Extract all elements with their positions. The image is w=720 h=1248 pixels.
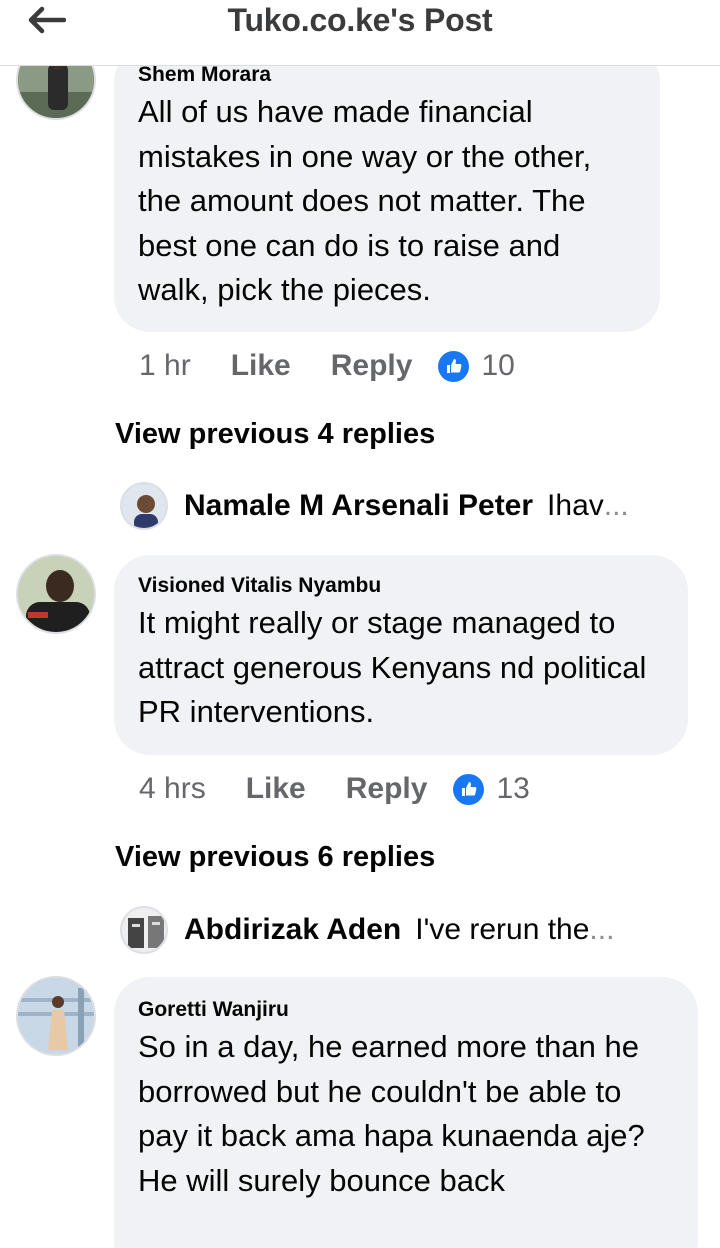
comment-actions: 4 hrs Like Reply 13 bbox=[139, 772, 530, 806]
reply-button[interactable]: Reply bbox=[346, 772, 428, 806]
profile-photo-icon bbox=[122, 484, 166, 528]
thumbs-up-icon[interactable] bbox=[453, 773, 485, 805]
profile-photo-icon bbox=[122, 908, 166, 952]
avatar[interactable] bbox=[120, 906, 168, 954]
view-previous-replies-link[interactable]: View previous 6 replies bbox=[115, 841, 435, 874]
reply-snippet: Ihav bbox=[547, 489, 604, 522]
comment-author[interactable]: Goretti Wanjiru bbox=[138, 997, 674, 1023]
comment-author[interactable]: Visioned Vitalis Nyambu bbox=[138, 573, 664, 599]
comment-text: So in a day, he earned more than he borr… bbox=[138, 1029, 645, 1153]
reply-button[interactable]: Reply bbox=[331, 349, 413, 383]
reply-author[interactable]: Abdirizak Aden bbox=[184, 913, 401, 947]
latest-reply-row[interactable]: Namale M Arsenali Peter Ihav ... bbox=[120, 482, 629, 530]
avatar[interactable] bbox=[120, 482, 168, 530]
like-button[interactable]: Like bbox=[231, 349, 291, 383]
comment-actions: 1 hr Like Reply 10 bbox=[139, 349, 515, 383]
top-bar: Tuko.co.ke's Post bbox=[0, 0, 720, 66]
like-button[interactable]: Like bbox=[246, 772, 306, 806]
truncation-ellipsis: ... bbox=[589, 913, 615, 946]
comment-text-line: He will surely bounce back bbox=[138, 1162, 506, 1198]
truncation-ellipsis: ... bbox=[603, 489, 629, 522]
thumbs-up-icon[interactable] bbox=[438, 350, 470, 382]
avatar[interactable] bbox=[16, 976, 96, 1056]
latest-reply-row[interactable]: Abdirizak Aden I've rerun the ... bbox=[120, 906, 614, 954]
reply-author[interactable]: Namale M Arsenali Peter bbox=[184, 489, 533, 523]
page-title: Tuko.co.ke's Post bbox=[227, 2, 493, 38]
profile-photo-icon bbox=[18, 556, 94, 632]
reaction-count[interactable]: 10 bbox=[481, 349, 514, 383]
reaction-count[interactable]: 13 bbox=[496, 772, 529, 806]
comment-bubble[interactable]: Visioned Vitalis Nyambu It might really … bbox=[114, 555, 688, 755]
comment-bubble[interactable]: Shem Morara All of us have made financia… bbox=[114, 46, 660, 332]
reply-snippet: I've rerun the bbox=[415, 913, 590, 946]
comment-bubble[interactable]: Goretti Wanjiru So in a day, he earned m… bbox=[114, 977, 698, 1248]
comment-text: All of us have made financial mistakes i… bbox=[138, 94, 592, 307]
comment-time[interactable]: 1 hr bbox=[139, 349, 191, 383]
comment-time[interactable]: 4 hrs bbox=[139, 772, 206, 806]
view-previous-replies-link[interactable]: View previous 4 replies bbox=[115, 418, 435, 451]
avatar[interactable] bbox=[16, 554, 96, 634]
profile-photo-icon bbox=[18, 978, 94, 1054]
comments-feed[interactable]: Shem Morara All of us have made financia… bbox=[0, 0, 720, 1248]
comment-text: It might really or stage managed to attr… bbox=[138, 605, 647, 729]
